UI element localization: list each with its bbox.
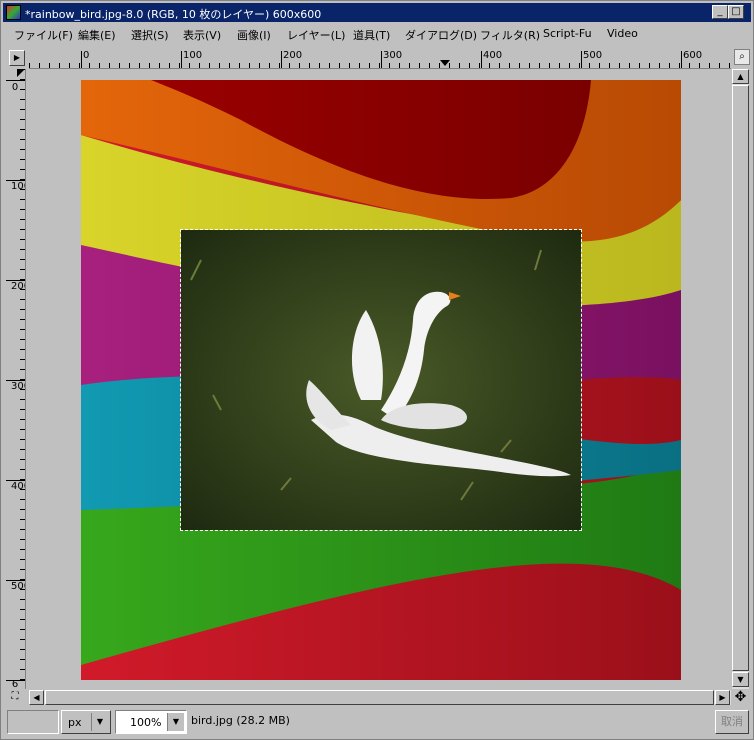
zoom-value[interactable]: 100% [130, 716, 161, 729]
chevron-down-icon[interactable]: ▼ [167, 713, 184, 731]
file-info-label: bird.jpg (28.2 MB) [191, 714, 290, 727]
unit-selector[interactable]: px ▼ [61, 710, 111, 734]
ruler-label: 200 [11, 281, 25, 292]
horizontal-scroll-thumb[interactable] [45, 690, 714, 705]
ruler-label: 0 [83, 50, 90, 61]
zoom-icon[interactable]: ⌕ [734, 49, 750, 65]
ruler-label: 100 [11, 181, 25, 192]
menu-video[interactable]: Video [607, 27, 638, 40]
pointer-marker-icon [440, 60, 450, 66]
menu-arrow-button[interactable]: ▶ [9, 50, 25, 66]
cancel-button[interactable]: 取消 [715, 710, 749, 734]
chevron-down-icon[interactable]: ▼ [91, 713, 108, 731]
ruler-label: 400 [483, 50, 503, 61]
scroll-right-button[interactable]: ▶ [715, 690, 730, 705]
vertical-scroll-thumb[interactable] [732, 85, 749, 671]
selection-marquee[interactable] [180, 229, 582, 531]
title-bar[interactable]: *rainbow_bird.jpg-8.0 (RGB, 10 枚のレイヤー) 6… [3, 3, 751, 22]
menu-bar: ファイル(F) 編集(E) 選択(S) 表示(V) 画像(I) レイヤー(L) … [3, 23, 751, 45]
ruler-label: 0 [11, 82, 19, 93]
ruler-label: 200 [283, 50, 303, 61]
navigate-icon[interactable]: ✥ [732, 690, 749, 705]
horizontal-scrollbar[interactable]: ◀ ▶ [29, 690, 731, 705]
close-button[interactable] [745, 5, 749, 19]
unit-value: px [68, 716, 82, 729]
app-icon[interactable] [6, 5, 21, 20]
maximize-button[interactable]: □ [728, 5, 744, 19]
ruler-label: 600 [683, 50, 703, 61]
menu-image[interactable]: 画像(I) [237, 27, 271, 43]
status-bar: px ▼ 100% ▼ bird.jpg (28.2 MB) 取消 [3, 707, 751, 737]
ruler-label: 6 [11, 679, 19, 690]
ruler-label: 400 [11, 481, 25, 492]
ruler-label: 100 [183, 50, 203, 61]
pointer-position-field [7, 710, 59, 734]
window-title: *rainbow_bird.jpg-8.0 (RGB, 10 枚のレイヤー) 6… [25, 8, 322, 21]
ruler-label: 300 [11, 381, 25, 392]
vertical-ruler[interactable]: 0 100 200 300 400 500 6 [4, 69, 26, 689]
menu-layer[interactable]: レイヤー(L) [287, 27, 345, 43]
ruler-label: 500 [11, 581, 25, 592]
image-window: *rainbow_bird.jpg-8.0 (RGB, 10 枚のレイヤー) 6… [0, 0, 754, 740]
pointer-marker-icon [17, 69, 25, 77]
menu-tools[interactable]: 道具(T) [353, 27, 390, 43]
zoom-selector[interactable]: 100% ▼ [115, 710, 187, 734]
vertical-scrollbar[interactable]: ▲ ▼ [732, 69, 749, 689]
menu-edit[interactable]: 編集(E) [78, 27, 116, 43]
ruler-label: 500 [583, 50, 603, 61]
image-canvas[interactable] [81, 80, 681, 680]
scroll-left-button[interactable]: ◀ [29, 690, 44, 705]
menu-view[interactable]: 表示(V) [183, 27, 221, 43]
menu-file[interactable]: ファイル(F) [14, 27, 73, 43]
menu-dialogs[interactable]: ダイアログ(D) [405, 27, 477, 43]
scroll-down-button[interactable]: ▼ [732, 672, 749, 687]
menu-filters[interactable]: フィルタ(R) [480, 27, 540, 43]
quickmask-icon[interactable]: ⛶ [7, 690, 23, 705]
menu-script-fu[interactable]: Script-Fu [543, 27, 592, 40]
ruler-label: 300 [383, 50, 403, 61]
menu-select[interactable]: 選択(S) [131, 27, 169, 43]
scroll-up-button[interactable]: ▲ [732, 69, 749, 84]
canvas-viewport[interactable] [29, 69, 731, 689]
horizontal-ruler[interactable]: 0 100 200 300 400 500 600 [29, 49, 731, 69]
minimize-button[interactable]: _ [712, 5, 728, 19]
